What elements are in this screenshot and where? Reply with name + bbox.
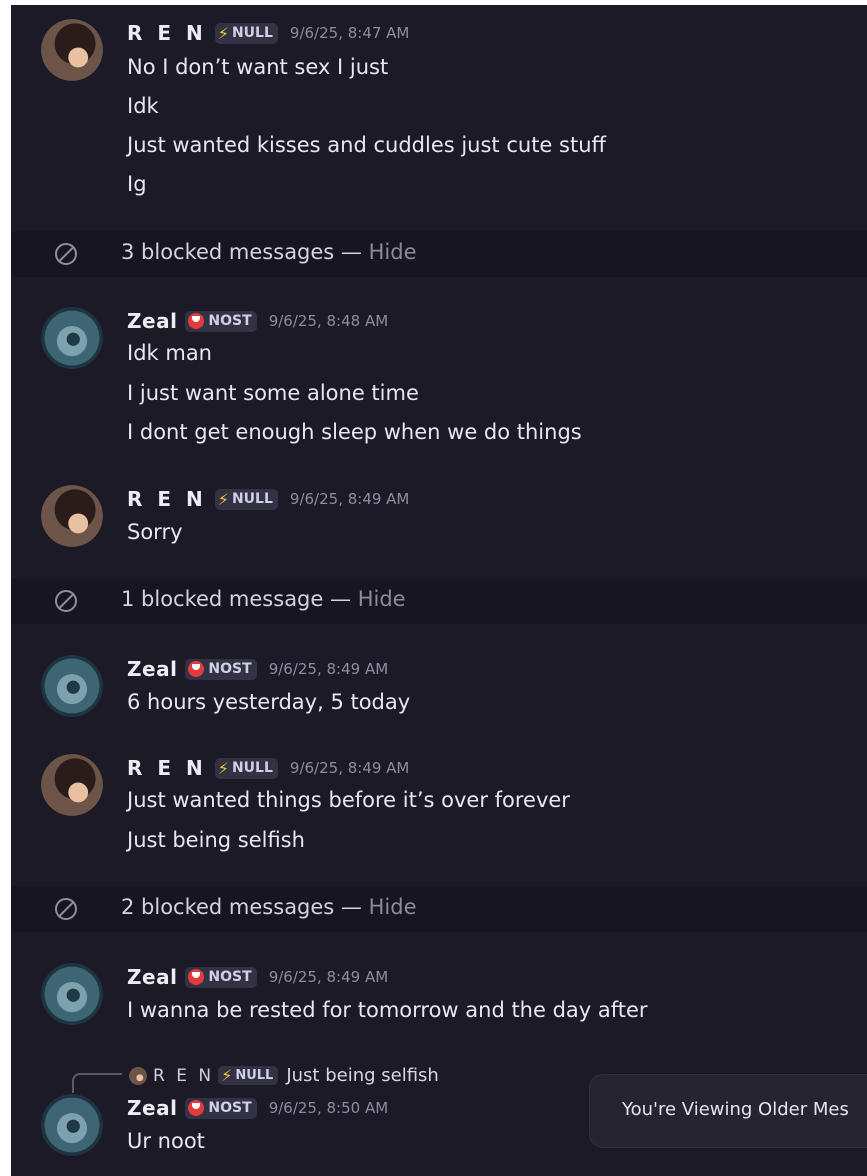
clan-tag[interactable]: ⚡ NULL [214,488,278,510]
message-line: No I don’t want sex I just [127,55,389,79]
older-messages-toast[interactable]: You're Viewing Older Mes [589,1074,867,1148]
chat-message-list: R E N ⚡ NULL 9/6/25, 8:47 AM No I don’t … [11,5,867,1176]
clan-tag[interactable]: NOST [185,1097,257,1119]
red-badge-icon [188,313,205,329]
message-line: Idk man [127,341,212,365]
blocked-count-label: 3 blocked messages — [121,240,362,264]
message-header: R E N ⚡ NULL 9/6/25, 8:49 AM [127,487,409,511]
message-group: Zeal NOST 9/6/25, 8:48 AM Idk man I just… [11,277,867,457]
clan-tag-label: NULL [231,491,273,507]
author-name[interactable]: Zeal [127,657,177,681]
message-header: Zeal NOST 9/6/25, 8:49 AM [127,965,388,989]
message-group: R E N ⚡ NULL 9/6/25, 8:49 AM Sorry [11,463,867,573]
clan-tag[interactable]: NOST [185,310,257,332]
avatar[interactable] [41,655,103,717]
message-line: Just being selfish [127,828,305,852]
timestamp: 9/6/25, 8:48 AM [268,312,389,330]
clan-tag-label: NOST [208,969,252,985]
red-badge-icon [188,969,205,985]
author-name[interactable]: Zeal [127,309,177,333]
timestamp: 9/6/25, 8:50 AM [268,1099,389,1117]
clan-tag-label: NOST [208,661,252,677]
hide-blocked-link[interactable]: Hide [358,587,406,611]
blocked-icon [55,898,77,920]
timestamp: 9/6/25, 8:49 AM [289,490,410,508]
avatar[interactable] [41,19,103,81]
blocked-messages-row: 1 blocked message — Hide [11,578,867,624]
blocked-count-label: 2 blocked messages — [121,895,362,919]
message-group: R E N ⚡ NULL 9/6/25, 8:47 AM No I don’t … [11,5,867,234]
avatar[interactable] [41,485,103,547]
message-header: R E N ⚡ NULL 9/6/25, 8:47 AM [127,21,409,45]
clan-tag-label: NULL [231,760,273,776]
message-line: I just want some alone time [127,381,419,405]
timestamp: 9/6/25, 8:49 AM [289,759,410,777]
blocked-messages-row: 2 blocked messages — Hide [11,886,867,932]
red-badge-icon [188,661,205,677]
blocked-icon [55,243,77,265]
author-name[interactable]: R E N [127,756,207,780]
toast-text: You're Viewing Older Mes [622,1099,849,1120]
avatar[interactable] [41,963,103,1025]
red-badge-icon [188,1100,205,1116]
lightning-icon: ⚡ [217,758,229,778]
message-group: R E N ⚡ NULL 9/6/25, 8:49 AM Just wanted… [11,722,867,882]
author-name[interactable]: Zeal [127,965,177,989]
message-header: Zeal NOST 9/6/25, 8:48 AM [127,309,388,333]
message-line: Idk [127,94,159,118]
message-header: Zeal NOST 9/6/25, 8:49 AM [127,657,388,681]
message-header: Zeal NOST 9/6/25, 8:50 AM [127,1096,388,1120]
hide-blocked-link[interactable]: Hide [369,895,417,919]
avatar[interactable] [41,307,103,369]
avatar[interactable] [41,1094,103,1156]
lightning-icon: ⚡ [217,489,229,509]
blocked-messages-row: 3 blocked messages — Hide [11,231,867,277]
author-name[interactable]: Zeal [127,1096,177,1120]
blocked-count-label: 1 blocked message — [121,587,351,611]
timestamp: 9/6/25, 8:49 AM [268,660,389,678]
message-line: 6 hours yesterday, 5 today [127,690,411,714]
timestamp: 9/6/25, 8:49 AM [268,968,389,986]
timestamp: 9/6/25, 8:47 AM [289,24,410,42]
clan-tag-label: NOST [208,313,252,329]
clan-tag-label: NULL [231,25,273,41]
lightning-icon: ⚡ [217,23,229,43]
message-line: Ig [127,172,147,196]
message-group: Zeal NOST 9/6/25, 8:49 AM I wanna be res… [11,932,867,1038]
clan-tag[interactable]: NOST [185,966,257,988]
clan-tag[interactable]: ⚡ NULL [214,22,278,44]
hide-blocked-link[interactable]: Hide [369,240,417,264]
blocked-icon [55,590,77,612]
message-line: I wanna be rested for tomorrow and the d… [127,998,648,1022]
message-group: Zeal NOST 9/6/25, 8:49 AM 6 hours yester… [11,624,867,722]
message-header: R E N ⚡ NULL 9/6/25, 8:49 AM [127,756,409,780]
author-name[interactable]: R E N [127,21,207,45]
clan-tag-label: NOST [208,1100,252,1116]
message-line: Just wanted things before it’s over fore… [127,788,570,812]
message-line: I dont get enough sleep when we do thing… [127,420,582,444]
message-line: Sorry [127,520,183,544]
clan-tag[interactable]: ⚡ NULL [214,757,278,779]
clan-tag[interactable]: NOST [185,658,257,680]
avatar[interactable] [41,754,103,816]
message-line: Ur noot [127,1129,205,1153]
message-line: Just wanted kisses and cuddles just cute… [127,133,606,157]
author-name[interactable]: R E N [127,487,207,511]
